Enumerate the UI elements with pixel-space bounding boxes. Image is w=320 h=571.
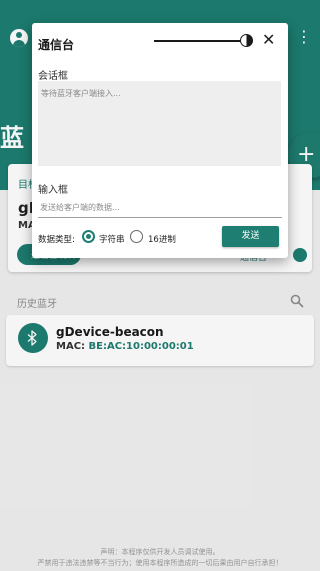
dialog-title: 通信台	[38, 38, 75, 52]
message-input[interactable]: 发送给客户端的数据...	[38, 202, 282, 218]
radio-string-label[interactable]: 字符串	[99, 233, 125, 245]
close-icon[interactable]: ✕	[262, 31, 275, 49]
radio-string[interactable]	[82, 230, 95, 243]
contrast-slider-handle[interactable]	[240, 34, 253, 47]
send-button[interactable]: 发送	[222, 226, 279, 247]
input-section-label: 输入框	[38, 185, 68, 196]
data-type-label: 数据类型:	[38, 235, 75, 245]
radio-hex-label[interactable]: 16进制	[148, 233, 176, 245]
chat-section-label: 会话框	[38, 71, 68, 82]
console-dialog: 通信台 ✕ 会话框 等待蓝牙客户端接入... 输入框 发送给客户端的数据... …	[32, 23, 288, 258]
message-input-placeholder: 发送给客户端的数据...	[40, 203, 120, 212]
radio-hex[interactable]	[130, 230, 143, 243]
chat-log[interactable]: 等待蓝牙客户端接入...	[38, 81, 281, 166]
chat-placeholder: 等待蓝牙客户端接入...	[41, 89, 121, 98]
contrast-slider[interactable]	[154, 40, 248, 42]
